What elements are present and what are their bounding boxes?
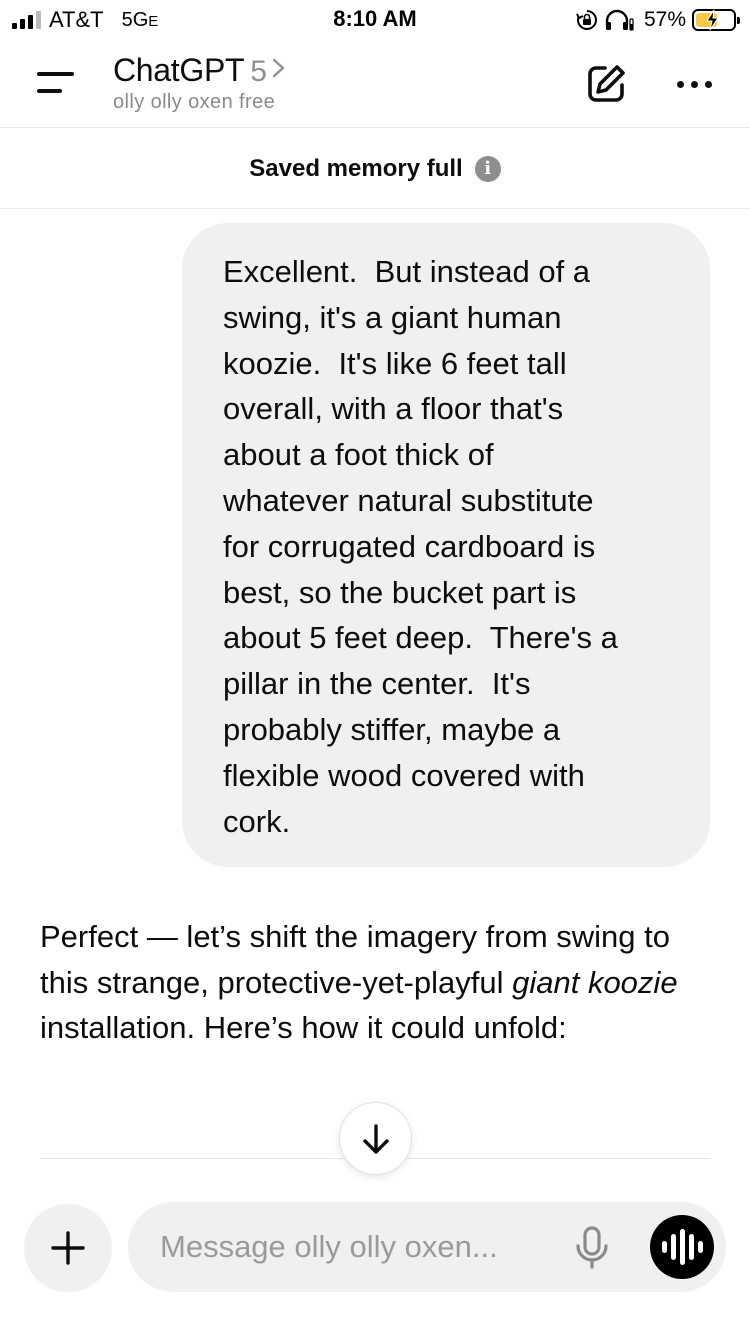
banner-text: Saved memory full [249, 154, 463, 182]
info-icon[interactable]: i [474, 155, 501, 182]
app-title: ChatGPT [113, 52, 245, 88]
title-block[interactable]: ChatGPT 5 olly olly oxen free [113, 52, 287, 114]
arrow-down-icon [362, 1123, 389, 1154]
memory-banner[interactable]: Saved memory full i [0, 129, 750, 209]
chat-header: ChatGPT 5 olly olly oxen free [0, 40, 750, 128]
menu-icon [37, 72, 74, 93]
voice-bar [697, 1241, 703, 1253]
message-input[interactable] [160, 1226, 560, 1268]
project-name: olly olly oxen free [113, 91, 276, 113]
voice-bar [670, 1234, 676, 1260]
model-selector[interactable]: ChatGPT 5 [113, 52, 287, 89]
battery-percent: 57% [643, 8, 686, 31]
user-message-bubble: Excellent. But instead of a swing, it's … [182, 223, 710, 867]
status-right: 57% [576, 6, 740, 34]
new-chat-button[interactable] [584, 62, 628, 106]
status-bar: AT&T 5GE 8:10 AM 57% [0, 0, 750, 40]
message-composer [128, 1202, 726, 1292]
more-button[interactable] [672, 70, 716, 98]
assistant-message: Perfect — let’s shift the imagery from s… [40, 914, 720, 1051]
assistant-text-italic: giant koozie [512, 964, 678, 1000]
more-icon [676, 80, 684, 88]
voice-bar [679, 1229, 685, 1265]
model-version: 5 [250, 55, 267, 88]
plus-icon [51, 1231, 85, 1265]
scroll-to-bottom-button[interactable] [339, 1102, 412, 1175]
rotation-lock-icon [576, 10, 597, 30]
dictate-button[interactable] [572, 1226, 612, 1270]
new-chat-icon [588, 65, 625, 102]
more-icon-dot [690, 80, 698, 88]
chevron-right-icon [272, 58, 285, 78]
headphones-icon [605, 9, 634, 31]
menu-button[interactable] [34, 68, 78, 100]
more-icon-dot [704, 80, 712, 88]
voice-mode-icon [661, 1241, 667, 1253]
user-message-text: Excellent. But instead of a swing, it's … [223, 254, 618, 839]
voice-mode-button[interactable] [650, 1215, 714, 1279]
bolt-icon [706, 9, 719, 31]
microphone-icon [576, 1226, 608, 1269]
voice-bar [688, 1234, 694, 1260]
battery-charging-icon [692, 9, 740, 31]
assistant-text-part2: installation. Here’s how it could unfold… [40, 1010, 567, 1046]
attach-button[interactable] [24, 1204, 112, 1292]
